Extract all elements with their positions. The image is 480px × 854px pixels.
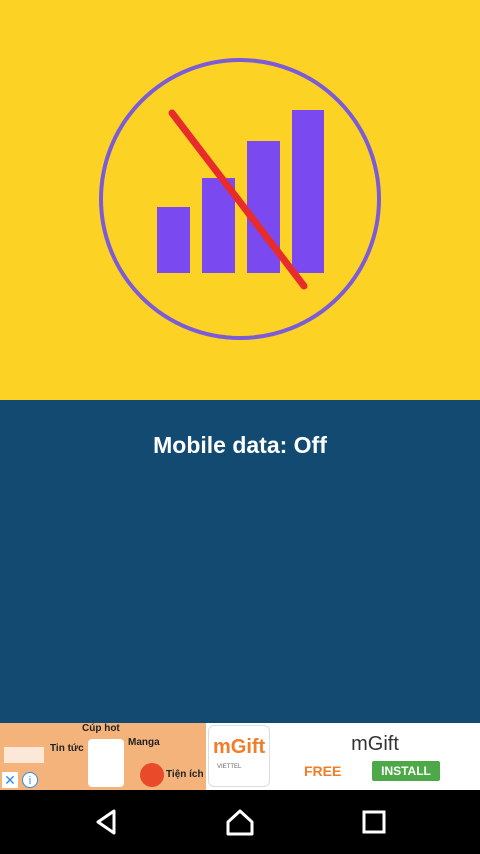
ad-app-logo[interactable]: mGift VIETTEL bbox=[208, 725, 270, 787]
system-navigation-bar bbox=[0, 790, 480, 854]
ad-logo-text: mGift bbox=[213, 736, 266, 758]
ad-price: FREE bbox=[304, 763, 342, 779]
mobile-data-status: Mobile data: Off bbox=[153, 432, 327, 458]
ad-app-title[interactable]: mGift bbox=[300, 733, 450, 756]
ad-logo-sub: VIETTEL bbox=[217, 764, 242, 770]
ad-install-button[interactable]: INSTALL bbox=[372, 761, 440, 781]
mobile-data-off-icon bbox=[99, 58, 381, 340]
home-icon[interactable] bbox=[224, 806, 256, 838]
close-icon[interactable]: ✕ bbox=[2, 772, 18, 788]
ad-collage-circle bbox=[140, 763, 164, 787]
ad-collage-label: Tiện ích bbox=[166, 769, 204, 780]
info-icon[interactable]: i bbox=[22, 772, 38, 788]
status-panel: Mobile data: Off bbox=[0, 400, 480, 723]
ad-collage-label: Tin tức bbox=[50, 743, 84, 754]
ad-banner[interactable]: Cúp hot Tin tức Manga Tiện ích ✕ i mGift… bbox=[0, 723, 480, 790]
ad-phone-graphic bbox=[88, 739, 124, 787]
back-icon[interactable] bbox=[90, 806, 122, 838]
ad-collage-label: Manga bbox=[128, 737, 160, 748]
illustration-panel bbox=[0, 0, 480, 400]
ad-collage-label: Cúp hot bbox=[82, 723, 120, 734]
recents-icon[interactable] bbox=[358, 806, 390, 838]
ad-collage-tile bbox=[4, 747, 44, 763]
